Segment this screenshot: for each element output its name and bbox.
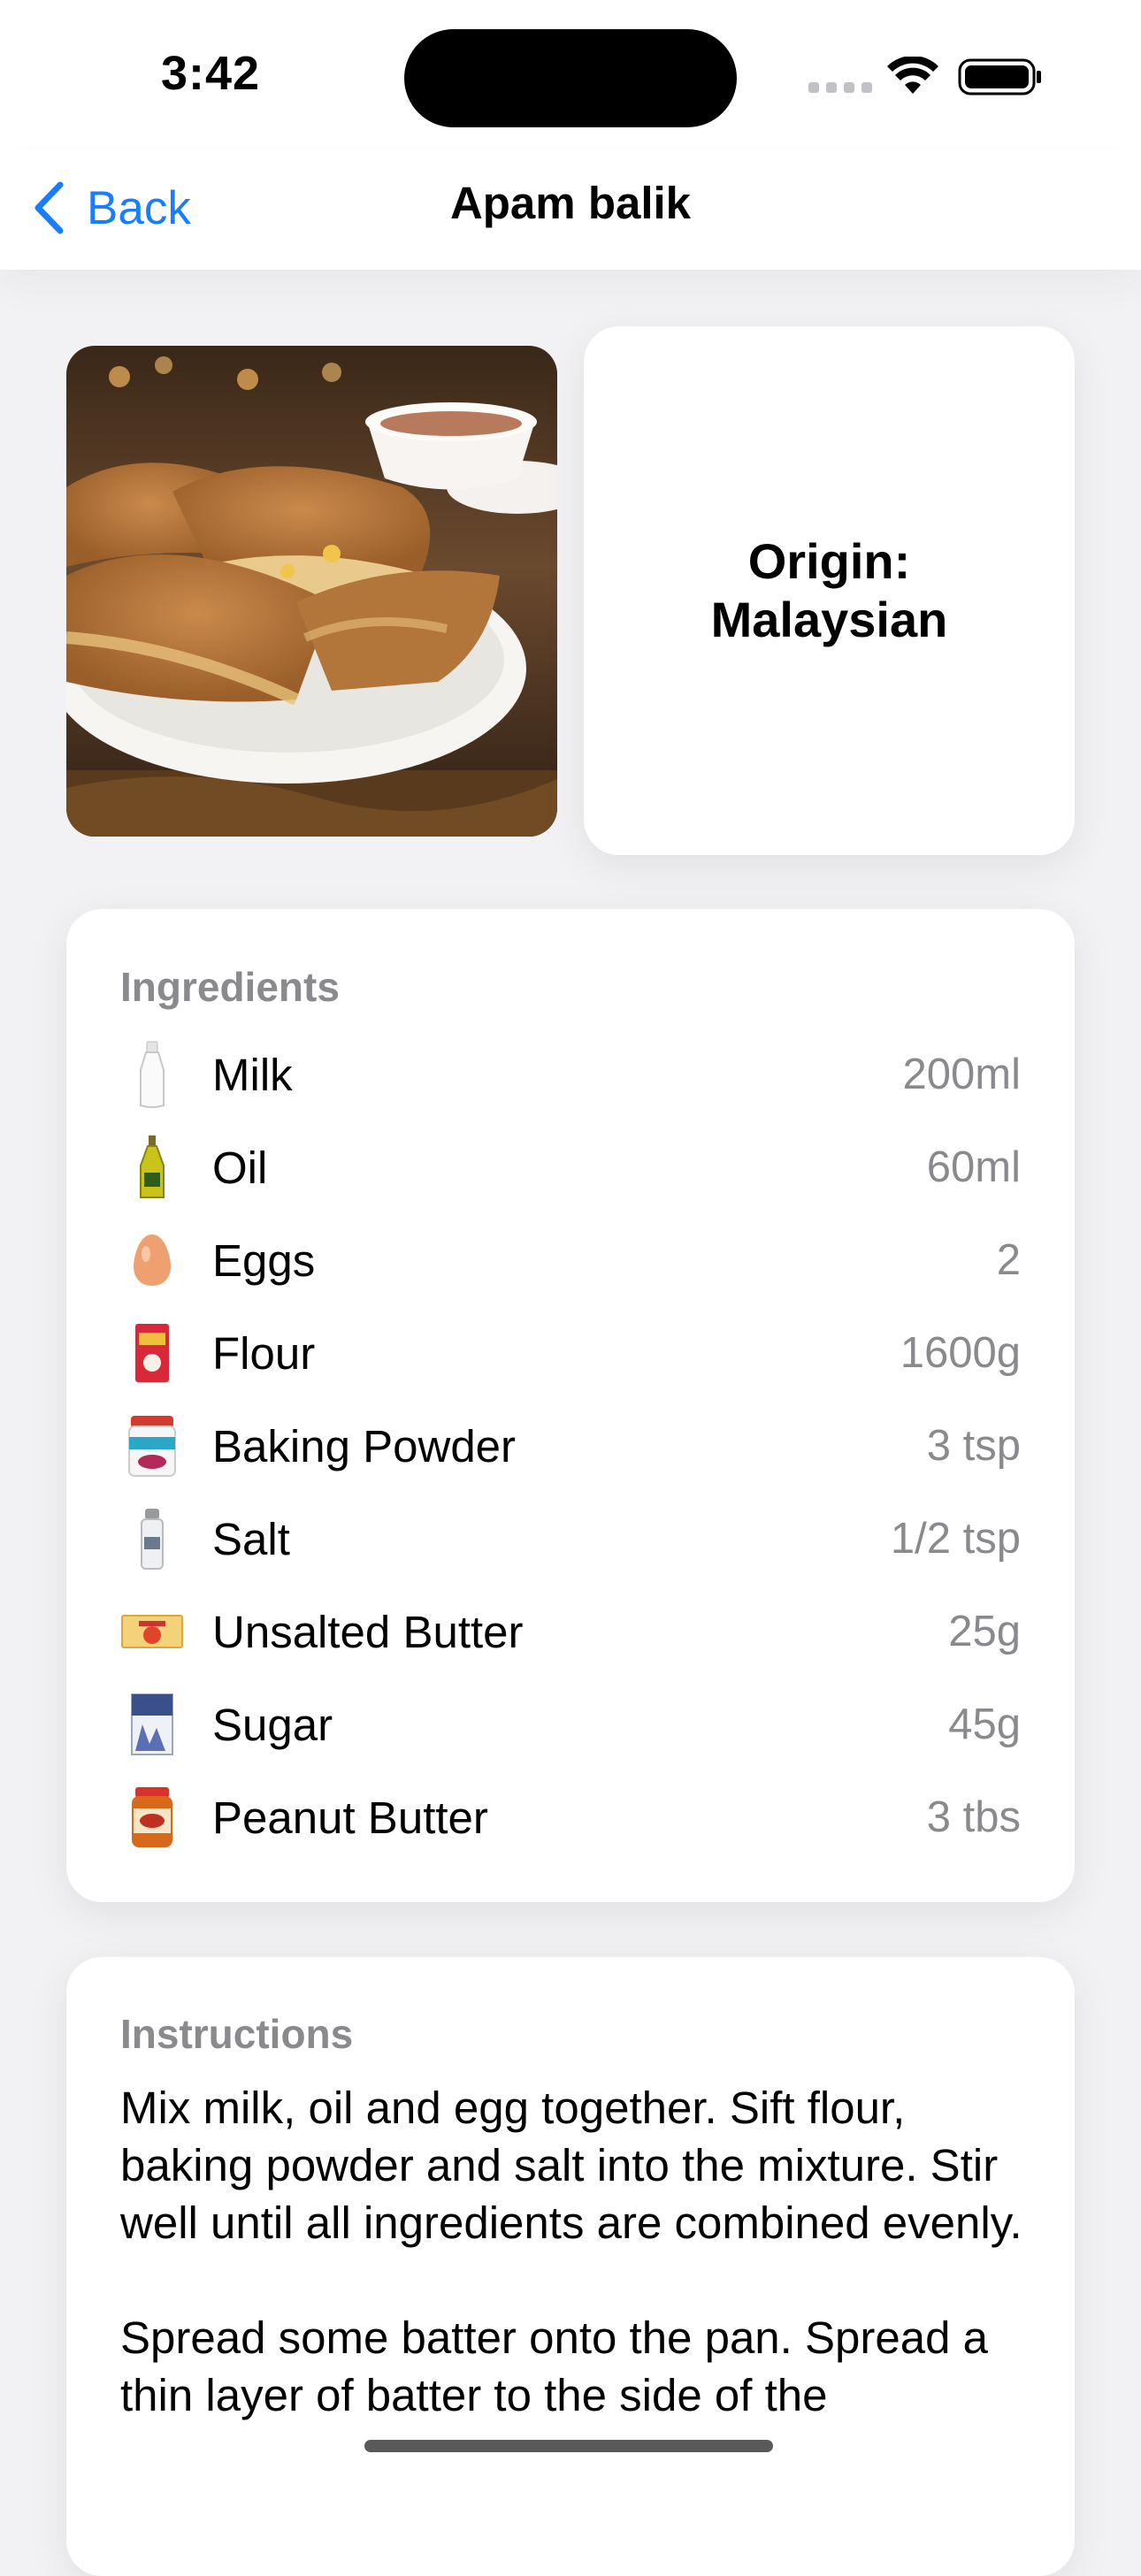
- ingredient-amount: 1600g: [900, 1329, 1021, 1377]
- ingredient-amount: 200ml: [902, 1051, 1021, 1098]
- salt-shaker-icon: [120, 1503, 184, 1574]
- baking-powder-icon: [120, 1410, 184, 1481]
- ingredient-name: Unsalted Butter: [212, 1606, 524, 1657]
- dynamic-island: [404, 29, 737, 127]
- ingredient-name: Baking Powder: [212, 1420, 517, 1471]
- ingredient-row: Peanut Butter 3 tbs: [120, 1777, 1021, 1857]
- battery-icon: [958, 58, 1041, 96]
- ingredient-name: Milk: [212, 1049, 293, 1100]
- ingredient-amount: 45g: [948, 1701, 1021, 1748]
- ingredient-row: Eggs 2: [120, 1220, 1021, 1300]
- instructions-card: Instructions Mix milk, oil and egg toget…: [66, 1957, 1075, 2576]
- ingredient-row: Flour 1600g: [120, 1313, 1021, 1393]
- flour-bag-icon: [120, 1318, 184, 1388]
- origin-title: Origin:: [747, 533, 911, 589]
- ingredient-row: Sugar 45g: [120, 1685, 1021, 1764]
- origin-card: Origin: Malaysian: [584, 326, 1075, 855]
- sugar-box-icon: [120, 1689, 184, 1760]
- origin-label: Origin: Malaysian: [711, 532, 948, 649]
- ingredient-name: Peanut Butter: [212, 1792, 488, 1843]
- oil-bottle-icon: [120, 1132, 184, 1203]
- ingredient-name: Oil: [212, 1142, 268, 1193]
- ingredient-amount: 1/2 tsp: [890, 1515, 1021, 1563]
- ingredient-name: Salt: [212, 1513, 290, 1564]
- ingredient-row: Unsalted Butter 25g: [120, 1592, 1021, 1671]
- egg-icon: [120, 1225, 184, 1296]
- cellular-signal-icon: [808, 82, 872, 93]
- instructions-text: Mix milk, oil and egg together. Sift flo…: [120, 2083, 1022, 2420]
- ingredient-amount: 2: [996, 1236, 1021, 1284]
- instructions-header: Instructions: [120, 2011, 354, 2057]
- ingredient-amount: 25g: [948, 1608, 1021, 1655]
- navigation-bar: Back Apam balik: [0, 150, 1141, 270]
- ingredient-amount: 3 tsp: [926, 1422, 1021, 1470]
- wifi-icon: [887, 57, 938, 94]
- home-indicator[interactable]: [364, 2440, 773, 2452]
- peanut-butter-jar-icon: [120, 1782, 184, 1853]
- milk-bottle-icon: [120, 1039, 184, 1110]
- status-time: 3:42: [161, 47, 261, 100]
- ingredient-name: Flour: [212, 1327, 316, 1379]
- ingredient-row: Salt 1/2 tsp: [120, 1499, 1021, 1578]
- ingredients-card: Ingredients Milk 200ml Oil 60ml Eggs 2 F…: [66, 909, 1075, 1902]
- page-title: Apam balik: [449, 178, 692, 228]
- recipe-photo: [66, 346, 557, 837]
- origin-country: Malaysian: [710, 592, 948, 647]
- status-bar: 3:42: [0, 0, 1141, 150]
- ingredient-name: Eggs: [212, 1234, 316, 1286]
- ingredient-row: Milk 200ml: [120, 1035, 1021, 1114]
- ingredients-header: Ingredients: [120, 964, 340, 1010]
- ingredient-row: Baking Powder 3 tsp: [120, 1406, 1021, 1486]
- ingredient-amount: 60ml: [926, 1143, 1021, 1191]
- ingredient-row: Oil 60ml: [120, 1127, 1021, 1207]
- ingredient-amount: 3 tbs: [926, 1793, 1021, 1841]
- butter-icon: [120, 1596, 184, 1667]
- ingredient-name: Sugar: [212, 1699, 333, 1750]
